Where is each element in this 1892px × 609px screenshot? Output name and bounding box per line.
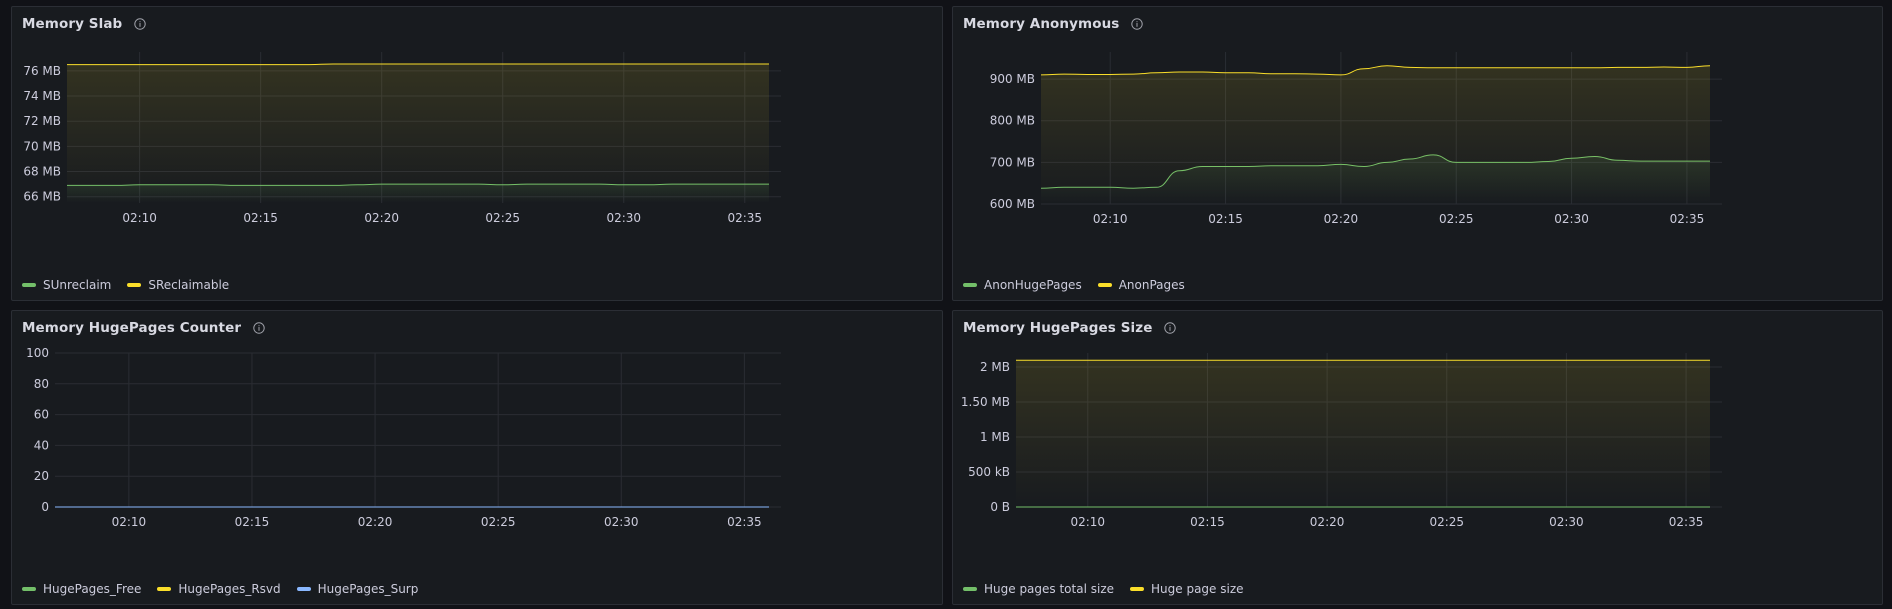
x-tick-label: 02:15 xyxy=(1190,515,1225,529)
chart-memory-hugepages-counter[interactable]: 0 20 40 60 80 100 02:10 02:15 02:20 02:25 02:30 02:… xyxy=(12,311,944,606)
legend-label: AnonHugePages xyxy=(984,278,1082,292)
legend-swatch xyxy=(127,283,142,287)
y-tick-label: 68 MB xyxy=(23,165,61,179)
legend-label: Huge pages total size xyxy=(984,582,1115,596)
y-tick-label: 700 MB xyxy=(990,155,1035,169)
x-tick-label: 02:20 xyxy=(1310,515,1345,529)
x-tick-label: 02:10 xyxy=(112,515,147,529)
x-tick-label: 02:35 xyxy=(1669,515,1704,529)
y-tick-label: 1 MB xyxy=(980,430,1010,444)
y-tick-label: 800 MB xyxy=(990,114,1035,128)
y-tick-label: 80 xyxy=(34,377,49,391)
y-tick-label: 70 MB xyxy=(23,139,61,153)
x-tick-label: 02:20 xyxy=(1324,212,1359,226)
y-tick-label: 0 xyxy=(41,500,49,514)
legend-item-sunreclaim[interactable]: SUnreclaim xyxy=(22,278,111,292)
y-tick-label: 600 MB xyxy=(990,197,1035,211)
legend: AnonHugePages AnonPages xyxy=(963,278,1185,292)
legend-swatch xyxy=(22,587,36,591)
x-tick-label: 02:20 xyxy=(358,515,393,529)
x-tick-label: 02:10 xyxy=(122,211,157,225)
series-area xyxy=(67,64,769,203)
legend-swatch xyxy=(296,587,311,591)
legend: HugePages_Free HugePages_Rsvd HugePages_… xyxy=(22,582,418,596)
y-tick-label: 72 MB xyxy=(23,114,61,128)
series-area xyxy=(1041,65,1710,204)
chart-memory-slab[interactable]: 66 MB 68 MB 70 MB 72 MB 74 MB 76 MB 02:10 02:15… xyxy=(12,7,944,302)
x-tick-label: 02:25 xyxy=(1429,515,1464,529)
y-tick-label: 2 MB xyxy=(980,360,1010,374)
panel-memory-anonymous[interactable]: Memory Anonymous 600 MB 700 MB 800 MB 900 M… xyxy=(952,6,1883,301)
x-tick-label: 02:10 xyxy=(1093,212,1128,226)
chart-memory-anonymous[interactable]: 600 MB 700 MB 800 MB 900 MB 02:10 02:15 02:20 0… xyxy=(953,7,1884,302)
y-tick-label: 20 xyxy=(34,469,49,483)
x-tick-label: 02:35 xyxy=(1670,212,1705,226)
legend: SUnreclaim SReclaimable xyxy=(22,278,229,292)
legend-label: HugePages_Free xyxy=(43,582,142,596)
y-tick-label: 500 kB xyxy=(968,465,1010,479)
dashboard-grid: Memory Slab 66 MB 68 MB 70 MB 72 MB 74 MB 76 … xyxy=(0,0,1892,609)
y-tick-label: 74 MB xyxy=(23,89,61,103)
x-tick-label: 02:35 xyxy=(727,515,762,529)
y-tick-label: 66 MB xyxy=(23,190,61,204)
x-tick-label: 02:10 xyxy=(1070,515,1105,529)
y-tick-label: 60 xyxy=(34,408,49,422)
legend-label: SReclaimable xyxy=(148,278,230,292)
legend: Huge pages total size Huge page size xyxy=(963,582,1244,596)
x-tick-label: 02:30 xyxy=(1549,515,1584,529)
panel-memory-hugepages-counter[interactable]: Memory HugePages Counter 0 20 40 60 80 100 02:… xyxy=(11,310,943,605)
panel-memory-slab[interactable]: Memory Slab 66 MB 68 MB 70 MB 72 MB 74 MB 76 … xyxy=(11,6,943,301)
legend-item-sreclaimable[interactable]: SReclaimable xyxy=(127,278,229,292)
x-tick-label: 02:20 xyxy=(364,211,399,225)
x-tick-label: 02:35 xyxy=(727,211,762,225)
legend-swatch xyxy=(1130,587,1145,591)
chart-memory-hugepages-size[interactable]: 0 B 500 kB 1 MB 1.50 MB 2 MB 02:10 02:15 02:20 0… xyxy=(953,311,1884,606)
legend-item-hugepages-surp[interactable]: HugePages_Surp xyxy=(296,582,419,596)
legend-item-huge-pages-total-size[interactable]: Huge pages total size xyxy=(963,582,1114,596)
legend-swatch xyxy=(963,283,977,287)
x-tick-label: 02:30 xyxy=(1554,212,1589,226)
legend-label: SUnreclaim xyxy=(43,278,112,292)
legend-swatch xyxy=(1097,283,1112,287)
legend-label: HugePages_Rsvd xyxy=(178,582,281,596)
legend-item-anonhugepages[interactable]: AnonHugePages xyxy=(963,278,1082,292)
series-area xyxy=(1016,360,1710,507)
legend-label: AnonPages xyxy=(1118,278,1185,292)
y-tick-label: 40 xyxy=(34,438,49,452)
x-tick-label: 02:25 xyxy=(481,515,516,529)
y-tick-label: 1.50 MB xyxy=(961,395,1010,409)
x-tick-label: 02:25 xyxy=(1439,212,1474,226)
legend-swatch xyxy=(22,283,36,287)
y-tick-label: 900 MB xyxy=(990,72,1035,86)
legend-item-hugepages-free[interactable]: HugePages_Free xyxy=(22,582,141,596)
x-tick-label: 02:30 xyxy=(604,515,639,529)
legend-swatch xyxy=(963,587,977,591)
legend-swatch xyxy=(157,587,172,591)
x-tick-label: 02:15 xyxy=(235,515,270,529)
legend-item-hugepages-rsvd[interactable]: HugePages_Rsvd xyxy=(157,582,281,596)
x-tick-label: 02:25 xyxy=(485,211,520,225)
legend-item-anonpages[interactable]: AnonPages xyxy=(1097,278,1185,292)
legend-label: HugePages_Surp xyxy=(317,582,419,596)
x-tick-label: 02:15 xyxy=(1208,212,1243,226)
y-tick-label: 100 xyxy=(26,346,49,360)
panel-memory-hugepages-size[interactable]: Memory HugePages Size 0 B 500 kB 1 MB 1.50 … xyxy=(952,310,1883,605)
x-tick-label: 02:30 xyxy=(606,211,641,225)
y-tick-label: 76 MB xyxy=(23,64,61,78)
legend-label: Huge page size xyxy=(1151,582,1244,596)
x-tick-label: 02:15 xyxy=(243,211,278,225)
y-tick-label: 0 B xyxy=(990,500,1010,514)
legend-item-huge-page-size[interactable]: Huge page size xyxy=(1130,582,1244,596)
